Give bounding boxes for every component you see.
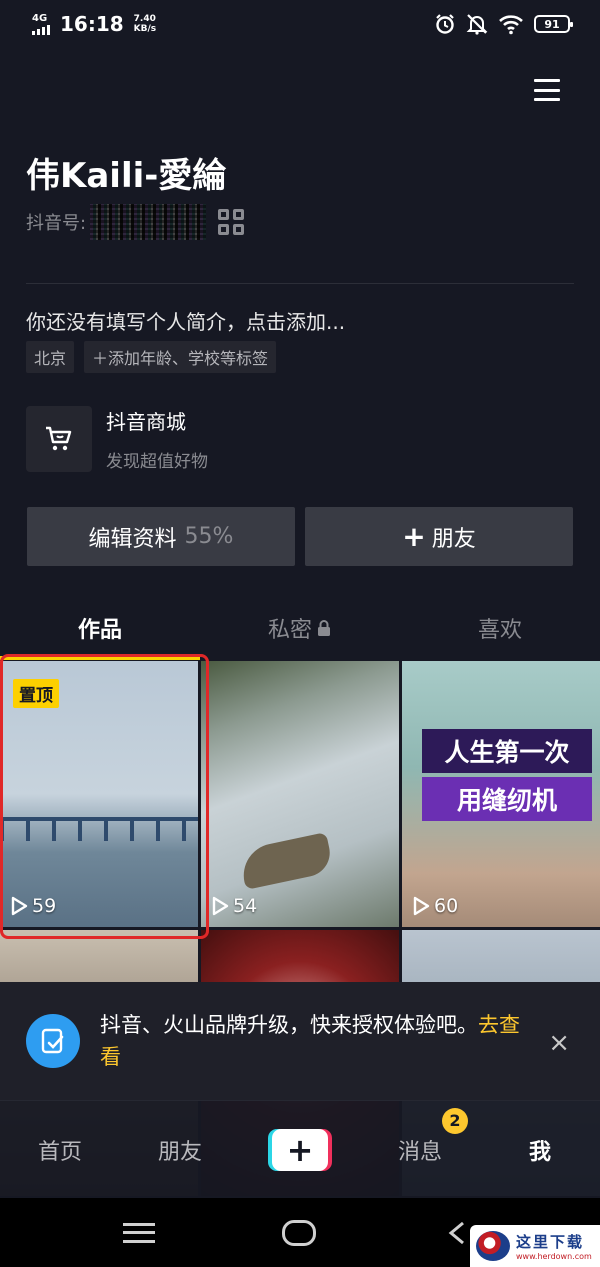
watermark-url: www.herdown.com xyxy=(516,1252,592,1261)
status-time: 16:18 xyxy=(60,12,124,36)
video-thumbnail-3[interactable]: 人生第一次 用缝纫机 60 xyxy=(402,661,600,927)
video-thumbnail-2[interactable]: 54 xyxy=(201,661,399,927)
create-video-button[interactable]: + xyxy=(268,1128,332,1171)
lock-icon xyxy=(318,620,330,636)
status-right: 91 xyxy=(434,13,573,35)
play-icon xyxy=(413,896,430,916)
tab-private-label: 私密 xyxy=(267,618,312,643)
tag-add-info[interactable]: ＋添加年龄、学校等标签 xyxy=(84,341,277,373)
shop-title: 抖音商城 xyxy=(106,410,186,434)
video-overlay-line-1: 人生第一次 xyxy=(422,729,592,773)
douyin-id-label: 抖音号: xyxy=(26,213,87,234)
mute-bell-icon xyxy=(466,14,488,35)
speed-unit: KB/s xyxy=(133,24,157,34)
profile-username: 伟Kaili-愛綸 xyxy=(26,156,227,196)
dinosaur-figure xyxy=(237,832,335,890)
close-icon[interactable]: × xyxy=(548,1030,570,1056)
tag-location[interactable]: 北京 xyxy=(26,341,75,373)
watermark-text: 这里下载 www.herdown.com xyxy=(516,1231,592,1261)
network-indicator: 4G xyxy=(32,12,50,35)
status-bar: 4G 16:18 7.40 KB/s 91 xyxy=(0,0,600,48)
wifi-icon xyxy=(499,15,523,35)
nav-messages-label: 消息 xyxy=(397,1139,442,1165)
battery-level: 91 xyxy=(544,17,560,31)
authorize-icon xyxy=(26,1014,80,1068)
tab-likes[interactable]: 喜欢 xyxy=(400,605,600,651)
tab-works-label: 作品 xyxy=(77,618,122,643)
douyin-id-mosaic xyxy=(90,204,207,240)
nav-create[interactable]: + xyxy=(240,1128,360,1171)
profile-tags: 北京 ＋添加年龄、学校等标签 xyxy=(26,341,277,373)
shop-subtitle: 发现超值好物 xyxy=(106,452,208,472)
nav-friends[interactable]: 朋友 xyxy=(120,1134,240,1166)
nav-messages[interactable]: 消息 2 xyxy=(360,1107,480,1166)
edit-profile-label: 编辑资料 xyxy=(88,526,177,552)
play-icon xyxy=(212,896,229,916)
content-tabs: 作品 私密 喜欢 xyxy=(0,605,600,651)
watermark-logo-icon xyxy=(476,1231,510,1261)
play-count: 54 xyxy=(211,895,257,917)
selected-video-highlight xyxy=(0,654,209,939)
qr-code-icon[interactable] xyxy=(218,209,245,235)
shop-entry[interactable]: 抖音商城 发现超值好物 xyxy=(26,406,208,472)
network-speed: 7.40 KB/s xyxy=(134,14,156,34)
notice-message: 抖音、火山品牌升级，快来授权体验吧。 xyxy=(100,1013,478,1037)
tab-private[interactable]: 私密 xyxy=(200,605,400,651)
header-divider xyxy=(26,283,574,284)
tab-works[interactable]: 作品 xyxy=(0,605,200,651)
profile-completion-percent: 55% xyxy=(184,524,234,549)
speed-value: 7.40 xyxy=(133,14,156,24)
messages-badge: 2 xyxy=(442,1107,468,1134)
recent-apps-icon[interactable] xyxy=(123,1222,156,1243)
nav-home[interactable]: 首页 xyxy=(0,1134,120,1166)
site-watermark: 这里下载 www.herdown.com xyxy=(470,1225,600,1267)
shop-text: 抖音商城 发现超值好物 xyxy=(106,406,208,472)
nav-me[interactable]: 我 xyxy=(480,1134,600,1166)
bio-prompt[interactable]: 你还没有填写个人简介，点击添加... xyxy=(26,306,345,335)
video-overlay-line-2: 用缝纫机 xyxy=(422,777,592,821)
home-icon[interactable] xyxy=(281,1219,316,1246)
play-count-value: 60 xyxy=(434,895,459,917)
play-count: 60 xyxy=(412,895,458,917)
plus-icon: + xyxy=(402,520,426,553)
add-friend-button[interactable]: + 朋友 xyxy=(305,507,573,566)
bottom-nav: 首页 朋友 + 消息 2 我 xyxy=(0,1100,600,1198)
edit-profile-button[interactable]: 编辑资料 55% xyxy=(27,507,295,566)
plus-icon: + xyxy=(272,1128,328,1171)
notice-text: 抖音、火山品牌升级，快来授权体验吧。去查看 xyxy=(100,1009,520,1073)
add-friend-label: 朋友 xyxy=(431,526,476,552)
watermark-name: 这里下载 xyxy=(516,1233,585,1251)
hamburger-menu-icon[interactable] xyxy=(534,79,560,101)
network-type: 4G xyxy=(32,12,48,24)
shopping-cart-icon xyxy=(46,426,72,451)
status-left: 4G 16:18 7.40 KB/s xyxy=(32,12,156,36)
douyin-id-row: 抖音号: xyxy=(26,204,245,240)
play-count-value: 54 xyxy=(233,895,258,917)
shop-icon-box xyxy=(26,406,92,472)
tab-likes-label: 喜欢 xyxy=(477,618,522,643)
brand-upgrade-notice[interactable]: 抖音、火山品牌升级，快来授权体验吧。去查看 × xyxy=(0,982,600,1100)
signal-icon xyxy=(32,24,50,35)
alarm-icon xyxy=(436,14,454,34)
battery-icon: 91 xyxy=(534,15,573,33)
